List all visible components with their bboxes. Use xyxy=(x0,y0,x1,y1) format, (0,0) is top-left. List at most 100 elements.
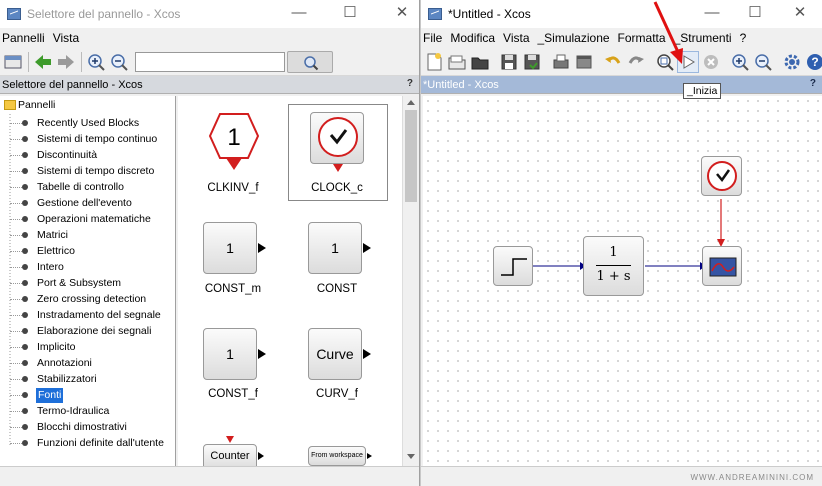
step-block[interactable] xyxy=(493,246,533,286)
zoom-in-icon[interactable] xyxy=(729,51,751,73)
search-button[interactable] xyxy=(287,50,333,73)
transfer-function-block[interactable]: 1 1 + s xyxy=(583,236,644,296)
tree-item-selected[interactable]: Fonti xyxy=(36,388,64,403)
palette-icon[interactable] xyxy=(2,51,24,73)
tree-item[interactable]: Instradamento del segnale xyxy=(37,308,161,323)
const-f-block[interactable]: 1 xyxy=(203,328,257,380)
tree-item[interactable]: Sistemi di tempo discreto xyxy=(37,164,154,179)
close-button[interactable]: ✕ xyxy=(783,0,817,28)
tree-item[interactable]: Funzioni definite dall'utente xyxy=(37,436,164,451)
menu-simulazione[interactable]: _Simulazione xyxy=(538,31,610,45)
menu-vista[interactable]: Vista xyxy=(503,31,529,45)
scroll-down-icon[interactable] xyxy=(407,454,415,459)
diagram-canvas[interactable]: 1 1 + s xyxy=(423,96,822,466)
tree-item[interactable]: Stabilizzatori xyxy=(37,372,97,387)
clock-icon xyxy=(318,117,358,157)
undo-icon[interactable] xyxy=(602,51,624,73)
menu-file[interactable]: File xyxy=(423,31,442,45)
palette-browser-icon[interactable] xyxy=(573,51,595,73)
zoom-out-icon[interactable] xyxy=(108,51,130,73)
tree-bullet-icon xyxy=(22,280,28,286)
back-arrow-icon[interactable] xyxy=(32,51,54,73)
block-label-const-f: CONST_f xyxy=(208,388,258,400)
tree-root-pannelli[interactable]: Pannelli xyxy=(18,98,55,113)
palette-scrollbar[interactable] xyxy=(402,96,419,466)
open-recent-icon[interactable] xyxy=(469,51,491,73)
clkinv-glyph: 1 xyxy=(227,124,240,151)
tree-item[interactable]: Zero crossing detection xyxy=(37,292,146,307)
tree-item[interactable]: Elettrico xyxy=(37,244,75,259)
help-icon-small[interactable]: ? xyxy=(810,78,816,89)
clock-block[interactable] xyxy=(310,112,364,164)
zoom-in-icon[interactable] xyxy=(85,51,107,73)
zoom-out-icon[interactable] xyxy=(752,51,774,73)
menu-vista[interactable]: Vista xyxy=(53,31,79,45)
tree-bullet-icon xyxy=(22,264,28,270)
tree-item[interactable]: Blocchi dimostrativi xyxy=(37,420,127,435)
open-folder-icon[interactable] xyxy=(446,51,468,73)
const-f-output-port xyxy=(258,349,266,359)
redo-icon[interactable] xyxy=(625,51,647,73)
title-bar: Selettore del pannello - Xcos — ☐ ✕ xyxy=(0,0,419,28)
save-as-icon[interactable] xyxy=(521,51,543,73)
tree-connector xyxy=(10,443,22,444)
menu-pannelli[interactable]: Pannelli xyxy=(2,31,45,45)
minimize-button[interactable]: — xyxy=(282,0,316,28)
forward-arrow-icon[interactable] xyxy=(55,51,77,73)
window-title: Selettore del pannello - Xcos xyxy=(27,7,181,21)
tree-connector xyxy=(10,187,22,188)
minimize-button[interactable]: — xyxy=(695,0,729,28)
stop-simulation-icon[interactable] xyxy=(700,51,722,73)
annotation-arrow xyxy=(653,1,683,64)
tree-bullet-icon xyxy=(22,376,28,382)
settings-gear-icon[interactable] xyxy=(781,51,803,73)
tree-item[interactable]: Intero xyxy=(37,260,64,275)
scroll-up-icon[interactable] xyxy=(407,100,415,105)
const-block[interactable]: 1 xyxy=(308,222,362,274)
status-bar xyxy=(0,466,419,486)
clkinv-block-icon[interactable]: 1 xyxy=(208,112,260,174)
close-button[interactable]: ✕ xyxy=(385,0,419,28)
menu-help[interactable]: ? xyxy=(740,31,747,45)
tree-item[interactable]: Elaborazione dei segnali xyxy=(37,324,151,339)
scrollbar-thumb[interactable] xyxy=(405,110,417,202)
xcos-app-icon xyxy=(428,8,442,20)
from-workspace-block[interactable]: From workspace xyxy=(308,446,366,466)
tree-item[interactable]: Annotazioni xyxy=(37,356,92,371)
tree-item[interactable]: Discontinuità xyxy=(37,148,97,163)
scope-block[interactable] xyxy=(702,246,742,286)
tree-item[interactable]: Implicito xyxy=(37,340,76,355)
curve-block[interactable]: Curve xyxy=(308,328,362,380)
block-label-const-m: CONST_m xyxy=(204,283,262,295)
tree-item[interactable]: Termo-Idraulica xyxy=(37,404,109,419)
tree-item[interactable]: Sistemi di tempo continuo xyxy=(37,132,157,147)
tree-bullet-icon xyxy=(22,152,28,158)
tree-item[interactable]: Port & Subsystem xyxy=(37,276,121,291)
tree-item[interactable]: Tabelle di controllo xyxy=(37,180,124,195)
tree-item[interactable]: Recently Used Blocks xyxy=(37,116,139,131)
panel-header-title: Selettore del pannello - Xcos xyxy=(2,78,143,91)
menu-bar: File Modifica Vista _Simulazione Formatt… xyxy=(421,28,822,48)
menu-modifica[interactable]: Modifica xyxy=(450,31,495,45)
maximize-button[interactable]: ☐ xyxy=(738,0,772,28)
clock-block[interactable] xyxy=(701,156,742,196)
print-icon[interactable] xyxy=(550,51,572,73)
tree-connector xyxy=(10,219,22,220)
search-input[interactable] xyxy=(135,51,285,72)
help-icon[interactable]: ? xyxy=(804,51,822,73)
tree-item[interactable]: Gestione dell'evento xyxy=(37,196,132,211)
tree-item[interactable]: Operazioni matematiche xyxy=(37,212,151,227)
block-label-curv-f: CURV_f xyxy=(316,388,358,400)
const-output-port xyxy=(363,243,371,253)
help-icon[interactable]: ? xyxy=(407,78,413,89)
block-label-clkinv: CLKINV_f xyxy=(207,182,259,194)
menu-bar: Pannelli Vista xyxy=(0,28,419,48)
const-m-block[interactable]: 1 xyxy=(203,222,257,274)
tree-item[interactable]: Matrici xyxy=(37,228,68,243)
save-icon[interactable] xyxy=(498,51,520,73)
tree-bullet-icon xyxy=(22,296,28,302)
diagram-header-title: *Untitled - Xcos xyxy=(423,78,499,91)
tree-connector xyxy=(10,331,22,332)
maximize-button[interactable]: ☐ xyxy=(333,0,367,28)
new-file-icon[interactable] xyxy=(423,51,445,73)
